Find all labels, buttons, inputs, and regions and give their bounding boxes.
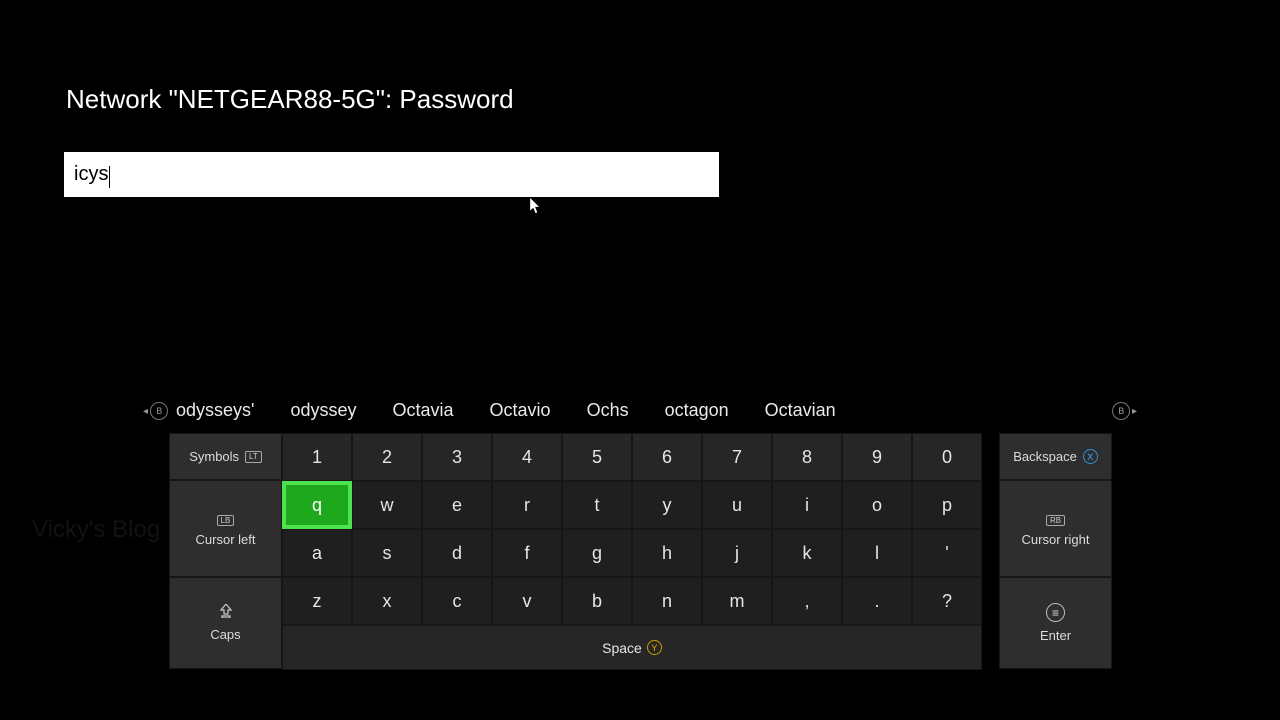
- onscreen-keyboard: ◂B odysseys' odyssey Octavia Octavio Och…: [0, 388, 1280, 720]
- suggestion-item[interactable]: Octavia: [393, 400, 454, 421]
- caps-icon: [217, 604, 235, 621]
- key-c[interactable]: c: [422, 577, 492, 625]
- suggestion-item[interactable]: Octavian: [765, 400, 836, 421]
- letter-row-3: zxcvbnm,.?: [282, 577, 1225, 625]
- key-0[interactable]: 0: [912, 433, 982, 481]
- suggestion-item[interactable]: odyssey: [290, 400, 356, 421]
- suggestion-item[interactable]: octagon: [665, 400, 729, 421]
- mouse-cursor-icon: [530, 198, 541, 217]
- space-label: Space: [602, 640, 642, 656]
- cursor-left-icon: LB: [217, 511, 235, 526]
- key-w[interactable]: w: [352, 481, 422, 529]
- letter-row-1: qwertyuiop: [282, 481, 1225, 529]
- side-column-left: Symbols LT LB Cursor left Caps: [169, 433, 282, 669]
- password-input[interactable]: icys: [64, 152, 719, 197]
- key-d[interactable]: d: [422, 529, 492, 577]
- key-1[interactable]: 1: [282, 433, 352, 481]
- key-9[interactable]: 9: [842, 433, 912, 481]
- key-.[interactable]: .: [842, 577, 912, 625]
- key-f[interactable]: f: [492, 529, 562, 577]
- key-b[interactable]: b: [562, 577, 632, 625]
- key-r[interactable]: r: [492, 481, 562, 529]
- key-u[interactable]: u: [702, 481, 772, 529]
- key-o[interactable]: o: [842, 481, 912, 529]
- key-h[interactable]: h: [632, 529, 702, 577]
- bumper-right-icon: B▸: [1104, 402, 1137, 420]
- key-l[interactable]: l: [842, 529, 912, 577]
- key-n[interactable]: n: [632, 577, 702, 625]
- suggestion-item[interactable]: Octavio: [490, 400, 551, 421]
- letter-row-2: asdfghjkl': [282, 529, 1225, 577]
- key-j[interactable]: j: [702, 529, 772, 577]
- bumper-left-icon: ◂B: [143, 402, 176, 420]
- key-grid: 1234567890 qwertyuiop asdfghjkl' zxcvbnm…: [282, 433, 1225, 670]
- key-2[interactable]: 2: [352, 433, 422, 481]
- key-x[interactable]: x: [352, 577, 422, 625]
- space-key[interactable]: Space Y: [282, 625, 982, 670]
- caps-button[interactable]: Caps: [169, 577, 282, 669]
- key-8[interactable]: 8: [772, 433, 842, 481]
- text-caret: [109, 166, 110, 188]
- key-p[interactable]: p: [912, 481, 982, 529]
- password-input-value: icys: [74, 163, 108, 186]
- key-v[interactable]: v: [492, 577, 562, 625]
- key-i[interactable]: i: [772, 481, 842, 529]
- symbols-label: Symbols: [189, 449, 239, 464]
- suggestion-item[interactable]: Ochs: [587, 400, 629, 421]
- key-e[interactable]: e: [422, 481, 492, 529]
- key-z[interactable]: z: [282, 577, 352, 625]
- key-y[interactable]: y: [632, 481, 702, 529]
- lt-tag-icon: LT: [245, 451, 262, 463]
- key-'[interactable]: ': [912, 529, 982, 577]
- key-6[interactable]: 6: [632, 433, 702, 481]
- key-q[interactable]: q: [282, 481, 352, 529]
- space-row: Space Y: [282, 625, 1225, 670]
- key-7[interactable]: 7: [702, 433, 772, 481]
- key-a[interactable]: a: [282, 529, 352, 577]
- key-3[interactable]: 3: [422, 433, 492, 481]
- page-title: Network "NETGEAR88-5G": Password: [66, 84, 514, 115]
- key-s[interactable]: s: [352, 529, 422, 577]
- cursor-left-button[interactable]: LB Cursor left: [169, 480, 282, 577]
- suggestion-item[interactable]: odysseys': [176, 400, 254, 421]
- symbols-button[interactable]: Symbols LT: [169, 433, 282, 480]
- key-,[interactable]: ,: [772, 577, 842, 625]
- caps-label: Caps: [210, 627, 240, 642]
- suggestion-row: ◂B odysseys' odyssey Octavia Octavio Och…: [0, 388, 1280, 433]
- cursor-left-label: Cursor left: [196, 532, 256, 547]
- key-m[interactable]: m: [702, 577, 772, 625]
- key-4[interactable]: 4: [492, 433, 562, 481]
- y-button-icon: Y: [647, 640, 662, 655]
- number-row: 1234567890: [282, 433, 1225, 481]
- key-g[interactable]: g: [562, 529, 632, 577]
- key-?[interactable]: ?: [912, 577, 982, 625]
- key-5[interactable]: 5: [562, 433, 632, 481]
- key-k[interactable]: k: [772, 529, 842, 577]
- key-t[interactable]: t: [562, 481, 632, 529]
